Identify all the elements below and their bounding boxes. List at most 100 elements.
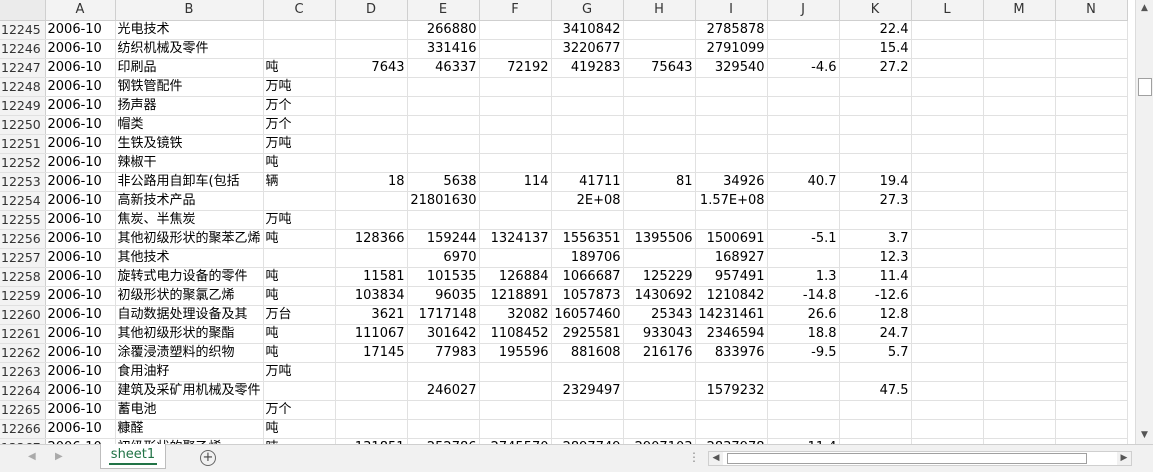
- cell-empty[interactable]: [1055, 305, 1128, 325]
- cell-i[interactable]: 1500691: [695, 229, 768, 249]
- cell-k[interactable]: 12.8: [839, 305, 912, 325]
- cell-h[interactable]: [623, 210, 696, 230]
- column-header-g[interactable]: G: [551, 0, 624, 21]
- cell-h[interactable]: [623, 362, 696, 382]
- row-header[interactable]: 12264: [0, 381, 46, 401]
- cell-k[interactable]: 27.2: [839, 58, 912, 78]
- cell-empty[interactable]: [911, 115, 984, 135]
- cell-h[interactable]: 933043: [623, 324, 696, 344]
- cell-h[interactable]: [623, 96, 696, 116]
- cell-c[interactable]: 吨: [263, 324, 336, 344]
- cell-d[interactable]: 3621: [335, 305, 408, 325]
- cell-g[interactable]: [551, 96, 624, 116]
- column-header-n[interactable]: N: [1055, 0, 1128, 21]
- cell-f[interactable]: 1108452: [479, 324, 552, 344]
- cell-empty[interactable]: [911, 343, 984, 363]
- cell-e[interactable]: 266880: [407, 20, 480, 40]
- cell-empty[interactable]: [983, 229, 1056, 249]
- cell-h[interactable]: 125229: [623, 267, 696, 287]
- cell-f[interactable]: [479, 96, 552, 116]
- cell-h[interactable]: [623, 153, 696, 173]
- cell-j[interactable]: [767, 248, 840, 268]
- cell-a[interactable]: 2006-10: [45, 324, 116, 344]
- cell-g[interactable]: [551, 77, 624, 97]
- cell-b[interactable]: 印刷品: [115, 58, 264, 78]
- column-header-d[interactable]: D: [335, 0, 408, 21]
- cell-empty[interactable]: [1055, 267, 1128, 287]
- cell-g[interactable]: 2E+08: [551, 191, 624, 211]
- cell-g[interactable]: 2925581: [551, 324, 624, 344]
- cell-empty[interactable]: [1055, 324, 1128, 344]
- cell-k[interactable]: [839, 115, 912, 135]
- cell-empty[interactable]: [1055, 400, 1128, 420]
- cell-empty[interactable]: [911, 229, 984, 249]
- cell-b[interactable]: 生铁及镜铁: [115, 134, 264, 154]
- cell-c[interactable]: 万个: [263, 115, 336, 135]
- cell-d[interactable]: [335, 77, 408, 97]
- cell-b[interactable]: 非公路用自卸车(包括: [115, 172, 264, 192]
- cell-e[interactable]: 21801630: [407, 191, 480, 211]
- cell-d[interactable]: 17145: [335, 343, 408, 363]
- cell-j[interactable]: -14.8: [767, 286, 840, 306]
- cell-j[interactable]: [767, 419, 840, 439]
- cell-i[interactable]: [695, 419, 768, 439]
- cell-empty[interactable]: [1055, 153, 1128, 173]
- column-header-j[interactable]: J: [767, 0, 840, 21]
- cell-k[interactable]: [839, 153, 912, 173]
- cell-empty[interactable]: [983, 153, 1056, 173]
- cell-f[interactable]: [479, 134, 552, 154]
- cell-i[interactable]: 833976: [695, 343, 768, 363]
- cell-g[interactable]: [551, 210, 624, 230]
- cell-j[interactable]: [767, 400, 840, 420]
- cell-b[interactable]: 帽类: [115, 115, 264, 135]
- row-header[interactable]: 12266: [0, 419, 46, 439]
- cell-f[interactable]: [479, 191, 552, 211]
- cell-empty[interactable]: [983, 210, 1056, 230]
- cell-a[interactable]: 2006-10: [45, 58, 116, 78]
- cell-a[interactable]: 2006-10: [45, 153, 116, 173]
- cell-empty[interactable]: [983, 400, 1056, 420]
- cell-e[interactable]: [407, 210, 480, 230]
- cell-i[interactable]: 957491: [695, 267, 768, 287]
- cell-k[interactable]: 15.4: [839, 39, 912, 59]
- cell-f[interactable]: [479, 419, 552, 439]
- row-header[interactable]: 12261: [0, 324, 46, 344]
- cell-k[interactable]: 12.3: [839, 248, 912, 268]
- cell-empty[interactable]: [911, 58, 984, 78]
- cell-i[interactable]: 329540: [695, 58, 768, 78]
- cell-k[interactable]: [839, 134, 912, 154]
- cell-e[interactable]: 246027: [407, 381, 480, 401]
- cell-f[interactable]: 126884: [479, 267, 552, 287]
- cell-h[interactable]: 1395506: [623, 229, 696, 249]
- cell-f[interactable]: 114: [479, 172, 552, 192]
- cell-k[interactable]: 3.7: [839, 229, 912, 249]
- vertical-scrollbar[interactable]: ▲ ▼: [1135, 0, 1153, 444]
- cell-e[interactable]: 46337: [407, 58, 480, 78]
- cell-e[interactable]: 1717148: [407, 305, 480, 325]
- cell-e[interactable]: 96035: [407, 286, 480, 306]
- cell-b[interactable]: 食用油籽: [115, 362, 264, 382]
- cell-f[interactable]: 32082: [479, 305, 552, 325]
- cell-g[interactable]: 1057873: [551, 286, 624, 306]
- cell-h[interactable]: 25343: [623, 305, 696, 325]
- cell-j[interactable]: [767, 20, 840, 40]
- column-header-a[interactable]: A: [45, 0, 116, 21]
- cell-j[interactable]: 26.6: [767, 305, 840, 325]
- cell-c[interactable]: [263, 191, 336, 211]
- cell-i[interactable]: [695, 400, 768, 420]
- cell-empty[interactable]: [983, 324, 1056, 344]
- cell-b[interactable]: 其他初级形状的聚酯: [115, 324, 264, 344]
- cell-j[interactable]: [767, 381, 840, 401]
- row-header[interactable]: 12256: [0, 229, 46, 249]
- cell-h[interactable]: [623, 20, 696, 40]
- cell-b[interactable]: 纺织机械及零件: [115, 39, 264, 59]
- cell-a[interactable]: 2006-10: [45, 248, 116, 268]
- cell-f[interactable]: [479, 77, 552, 97]
- cell-empty[interactable]: [983, 39, 1056, 59]
- cell-b[interactable]: 建筑及采矿用机械及零件: [115, 381, 264, 401]
- cell-empty[interactable]: [911, 20, 984, 40]
- cell-empty[interactable]: [1055, 115, 1128, 135]
- cell-empty[interactable]: [983, 267, 1056, 287]
- cell-b[interactable]: 高新技术产品: [115, 191, 264, 211]
- cell-k[interactable]: [839, 96, 912, 116]
